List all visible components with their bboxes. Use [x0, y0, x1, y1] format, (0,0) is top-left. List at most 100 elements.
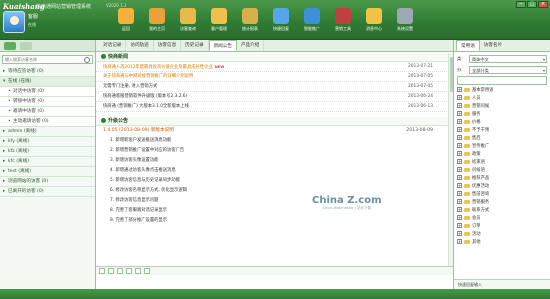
news-item[interactable]: 关于快商通与中网对接营销推广的详细介绍说明 2013-07-05	[96, 72, 453, 82]
message-input-area[interactable]	[96, 275, 453, 289]
toolbar-button[interactable]: 智能推广	[298, 8, 326, 32]
font-icon[interactable]	[99, 268, 105, 274]
visitor-group[interactable]: ▸ test (离线)	[0, 167, 95, 177]
phrase-category[interactable]: + 价格	[454, 119, 550, 127]
phrase-category[interactable]: + 订单	[454, 223, 550, 231]
phrase-category[interactable]: + 优惠活动	[454, 183, 550, 191]
expand-plus-icon[interactable]: +	[457, 215, 462, 220]
file-icon[interactable]	[135, 268, 141, 274]
visitor-group[interactable]: ▸ kfy (离线)	[0, 137, 95, 147]
expand-plus-icon[interactable]: +	[457, 87, 462, 92]
expand-plus-icon[interactable]: +	[457, 191, 462, 196]
bulletin-version[interactable]: 1.4.05 (2013-08-09) 新版本说明	[103, 126, 174, 136]
expand-plus-icon[interactable]: +	[457, 95, 462, 100]
phrase-category[interactable]: + 结束语	[454, 159, 550, 167]
toolbar-button[interactable]: 快捷回复	[267, 8, 295, 32]
right-tab[interactable]: 常用语	[456, 40, 480, 51]
expand-plus-icon[interactable]: +	[457, 175, 462, 180]
expand-plus-icon[interactable]: +	[457, 159, 462, 164]
visitor-group[interactable]: ▸ admin (离线)	[0, 127, 95, 137]
visitor-group[interactable]: ▸ kfz (离线)	[0, 147, 95, 157]
toolbar-button[interactable]: 营销工具	[329, 8, 357, 32]
user-status[interactable]: 在线	[28, 22, 36, 28]
content-scrollbar[interactable]	[448, 53, 453, 266]
quick-reply-bar[interactable]: 快速回复输入	[454, 279, 550, 289]
content-tab[interactable]: 新闻公告	[208, 40, 237, 51]
phrase-category[interactable]: + 政策	[454, 151, 550, 159]
toolbar-button[interactable]: 返回	[112, 8, 140, 32]
expand-plus-icon[interactable]: +	[457, 223, 462, 228]
news-item[interactable]: 快商通入选2013年度最具投资价值企业及最具成长性企业 NEW 2013-07-21	[96, 62, 453, 72]
content-tab[interactable]: 历史记录	[181, 40, 209, 51]
emoji-icon[interactable]	[108, 268, 114, 274]
phrase-category[interactable]: + 营销服务	[454, 199, 550, 207]
maximize-button[interactable]: □	[527, 1, 537, 8]
news-title[interactable]: 快商通客服营销软件升级版 (版本号2.3.2.6)	[103, 92, 187, 101]
right-tab[interactable]: 访客名片	[480, 40, 506, 51]
phrase-category[interactable]: + 推荐产品	[454, 175, 550, 183]
content-tab[interactable]: 访客信息	[154, 40, 182, 51]
expand-plus-icon[interactable]: +	[457, 231, 462, 236]
phrase-category[interactable]: + 售前咨询	[454, 191, 550, 199]
phrase-search-input[interactable]	[457, 76, 547, 85]
news-title[interactable]: 快商通 (营销推广) 大版本3.1.0全新版本上线	[103, 102, 189, 111]
news-item[interactable]: 快商通 (营销推广) 大版本3.1.0全新版本上线 2013-06-13	[96, 102, 453, 112]
chat-bubble-icon[interactable]	[4, 41, 16, 50]
phrase-category[interactable]: + 售后	[454, 135, 550, 143]
toolbar-button[interactable]: 访客查询	[174, 8, 202, 32]
shake-icon[interactable]	[144, 268, 150, 274]
expand-plus-icon[interactable]: +	[457, 143, 462, 148]
scrollbar-thumb[interactable]	[450, 57, 453, 92]
close-button[interactable]: ×	[538, 1, 548, 8]
news-item[interactable]: 无需专门注册, 进入营销方式 2013-07-05	[96, 82, 453, 92]
phrase-category[interactable]: + 活动	[454, 231, 550, 239]
content-tab[interactable]: 产品介绍	[237, 40, 265, 51]
minimize-button[interactable]: −	[516, 1, 526, 8]
phrase-category[interactable]: + 基本常用语	[454, 87, 550, 95]
news-item[interactable]: 快商通客服营销软件升级版 (版本号2.3.2.6) 2013-06-24	[96, 92, 453, 102]
avatar[interactable]	[3, 11, 25, 33]
visitor-group[interactable]: ▸ 浏览网站的访客 (0)	[0, 177, 95, 187]
phrase-category[interactable]: + 宣传推广	[454, 143, 550, 151]
phrase-category[interactable]: + 其他	[454, 239, 550, 247]
expand-plus-icon[interactable]: +	[457, 207, 462, 212]
toolbar-button[interactable]: 统计报表	[236, 8, 264, 32]
visitor-group[interactable]: ▾ 在线 (在线)	[0, 77, 95, 87]
toolbar-button[interactable]: 我的主页	[143, 8, 171, 32]
expand-plus-icon[interactable]: +	[457, 151, 462, 156]
expand-plus-icon[interactable]: +	[457, 135, 462, 140]
visitor-group[interactable]: ▸ kfc (离线)	[0, 157, 95, 167]
visitor-search-input[interactable]	[5, 57, 85, 62]
expand-plus-icon[interactable]: +	[457, 103, 462, 108]
toolbar-button[interactable]: 消息中心	[360, 8, 388, 32]
image-icon[interactable]	[117, 268, 123, 274]
expand-plus-icon[interactable]: +	[457, 119, 462, 124]
language-select[interactable]: 简体中文	[469, 54, 547, 63]
category-select[interactable]: 全部分类	[469, 65, 547, 74]
phrase-category[interactable]: + 会员	[454, 215, 550, 223]
phrase-category[interactable]: + 不予干预	[454, 127, 550, 135]
expand-plus-icon[interactable]: +	[457, 183, 462, 188]
visitor-group[interactable]: ▸ 已离开的访客 (0)	[0, 187, 95, 197]
visitor-subgroup[interactable]: • 邀请中访客 (0)	[0, 107, 95, 117]
expand-plus-icon[interactable]: +	[457, 111, 462, 116]
toolbar-button[interactable]: 客户管理	[205, 8, 233, 32]
phrase-category[interactable]: + 服务	[454, 111, 550, 119]
news-title[interactable]: 无需专门注册, 进入营销方式	[103, 82, 157, 91]
phrase-category[interactable]: + 联系方式	[454, 207, 550, 215]
content-tab[interactable]: 对话记录	[99, 40, 127, 51]
screenshot-icon[interactable]	[126, 268, 132, 274]
content-tab[interactable]: 访问轨迹	[126, 40, 154, 51]
phrase-category[interactable]: + 问候语	[454, 167, 550, 175]
visitor-subgroup[interactable]: • 转接中访客 (0)	[0, 97, 95, 107]
phrase-category[interactable]: + 人员	[454, 95, 550, 103]
toolbar-button[interactable]: 系统设置	[391, 8, 419, 32]
news-title[interactable]: 快商通入选2013年度最具投资价值企业及最具成长性企业 NEW	[103, 62, 224, 71]
phrase-category[interactable]: + 营销问候	[454, 103, 550, 111]
search-icon[interactable]	[84, 56, 90, 63]
expand-plus-icon[interactable]: +	[457, 239, 462, 244]
visitor-subgroup[interactable]: • 对话中访客 (0)	[0, 87, 95, 97]
news-title[interactable]: 关于快商通与中网对接营销推广的详细介绍说明	[103, 72, 193, 81]
contacts-icon[interactable]	[20, 41, 32, 50]
visitor-subgroup[interactable]: • 主动邀请访客 (0)	[0, 117, 95, 127]
